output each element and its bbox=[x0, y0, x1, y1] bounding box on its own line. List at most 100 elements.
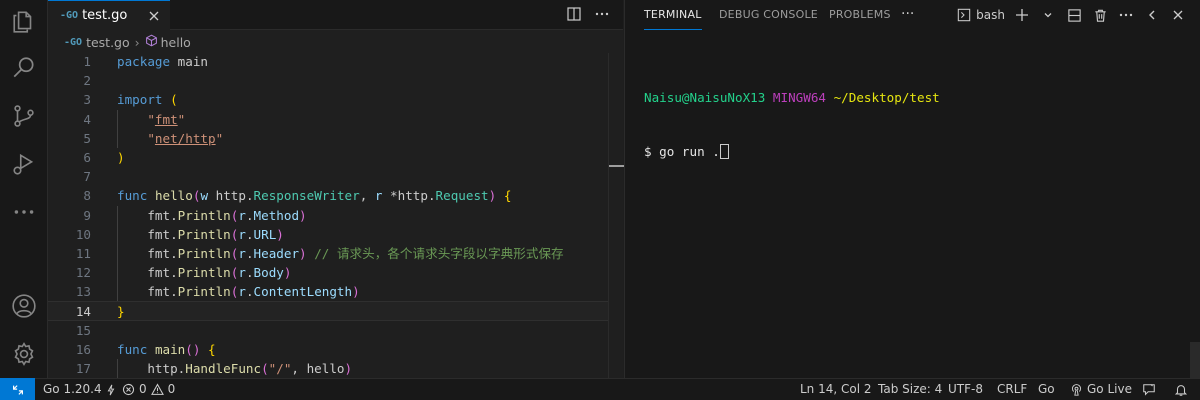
panel-tabs: TERMINAL DEBUG CONSOLE PROBLEMS ··· bash bbox=[625, 0, 1200, 30]
go-file-icon: -GO bbox=[64, 36, 83, 48]
terminal-command-line: $ go run . bbox=[644, 143, 940, 161]
code-line[interactable]: 5 "net/http" bbox=[48, 128, 608, 148]
go-version-status[interactable]: Go 1.20.4 bbox=[43, 379, 116, 400]
tab-problems[interactable]: PROBLEMS bbox=[829, 0, 891, 30]
tab-test-go[interactable]: -GO test.go bbox=[48, 0, 170, 30]
code-line[interactable]: 6) bbox=[48, 148, 608, 167]
code-line[interactable]: 14} bbox=[48, 301, 608, 321]
code-line[interactable]: 15 bbox=[48, 321, 608, 340]
line-source: ) bbox=[117, 148, 125, 167]
code-token: } bbox=[117, 304, 125, 320]
code-token: *http. bbox=[382, 188, 436, 204]
code-token: Println bbox=[177, 284, 231, 300]
notifications-bell-icon[interactable] bbox=[1174, 379, 1188, 400]
code-token: { bbox=[208, 341, 216, 357]
code-token: Println bbox=[177, 245, 231, 261]
code-line[interactable]: 3 import ( bbox=[48, 90, 608, 109]
code-token: func bbox=[117, 188, 148, 204]
code-token: () bbox=[185, 341, 201, 357]
code-line[interactable]: 7 bbox=[48, 167, 608, 186]
code-line[interactable]: 11 fmt.Println(r.Header) // 请求头，各个请求头字段以… bbox=[48, 243, 608, 264]
more-actions-icon[interactable] bbox=[593, 5, 611, 23]
chevron-down-icon[interactable] bbox=[1037, 5, 1059, 25]
line-number: 17 bbox=[75, 361, 91, 376]
close-panel-icon[interactable] bbox=[1167, 5, 1189, 25]
code-line[interactable]: 16 func main() { bbox=[48, 340, 608, 359]
chevron-left-icon[interactable] bbox=[1141, 5, 1163, 25]
code-token: func bbox=[117, 341, 148, 357]
warning-icon bbox=[150, 383, 164, 395]
code-token: package bbox=[117, 54, 171, 69]
run-debug-icon[interactable] bbox=[0, 142, 48, 186]
breadcrumb-symbol[interactable]: hello bbox=[161, 35, 191, 50]
new-terminal-plus-icon[interactable] bbox=[1011, 5, 1033, 25]
code-token: " bbox=[215, 130, 224, 146]
tab-debug-console[interactable]: DEBUG CONSOLE bbox=[719, 0, 818, 30]
line-source: package main bbox=[117, 52, 208, 71]
code-line[interactable]: 1 package main bbox=[48, 52, 608, 71]
remote-indicator[interactable] bbox=[0, 378, 35, 400]
more-views-icon[interactable] bbox=[0, 190, 48, 234]
terminal-profile-selector[interactable]: bash bbox=[957, 8, 1005, 22]
line-source: fmt.Println(r.ContentLength) bbox=[117, 282, 360, 301]
more-actions-icon[interactable] bbox=[1115, 5, 1137, 25]
close-icon[interactable] bbox=[146, 8, 162, 24]
editor-overview-ruler[interactable] bbox=[608, 53, 624, 378]
line-number: 4 bbox=[83, 111, 91, 127]
code-token: ) bbox=[344, 361, 353, 376]
function-symbol-icon bbox=[145, 34, 158, 50]
feedback-icon[interactable] bbox=[1142, 379, 1156, 400]
code-token: " bbox=[117, 130, 155, 146]
split-terminal-icon[interactable] bbox=[1063, 5, 1085, 25]
code-area[interactable]: 1 package main 2 3 import (4 "fmt" 5 "net/htt… bbox=[48, 52, 608, 379]
source-control-icon[interactable] bbox=[0, 94, 48, 138]
code-line[interactable]: 4 "fmt" bbox=[48, 109, 608, 129]
terminal-user: Naisu@NaisuNoX13 bbox=[644, 90, 766, 105]
code-token: URL bbox=[253, 226, 277, 242]
code-line[interactable]: 8 func hello(w http.ResponseWriter, r *ht… bbox=[48, 186, 608, 205]
code-token: "/" bbox=[268, 361, 292, 376]
breadcrumb-file[interactable]: test.go bbox=[86, 35, 130, 50]
code-line[interactable]: 12 fmt.Println(r.Body) bbox=[48, 263, 608, 283]
terminal-panel: TERMINAL DEBUG CONSOLE PROBLEMS ··· bash bbox=[624, 0, 1200, 378]
broadcast-icon bbox=[1071, 384, 1082, 396]
terminal-command: $ go run . bbox=[644, 144, 720, 159]
settings-gear-icon[interactable] bbox=[0, 332, 48, 376]
code-token: , bbox=[359, 188, 375, 204]
code-line[interactable]: 17 http.HandleFunc("/", hello) bbox=[48, 359, 608, 379]
line-number: 3 bbox=[83, 92, 91, 108]
tab-size-status[interactable]: Tab Size: 4 bbox=[878, 379, 942, 400]
status-bar: Go 1.20.4 0 0 Ln 14, Col 2 Tab Size: 4 U… bbox=[0, 378, 1200, 400]
remote-icon bbox=[12, 384, 23, 395]
code-token: fmt. bbox=[117, 284, 178, 300]
go-live-status[interactable]: Go Live bbox=[1070, 379, 1132, 400]
code-token: hello bbox=[154, 188, 193, 204]
encoding-status[interactable]: UTF-8 bbox=[948, 379, 983, 400]
terminal-scrollbar[interactable] bbox=[1190, 342, 1200, 378]
split-editor-icon[interactable] bbox=[565, 5, 583, 23]
tab-terminal[interactable]: TERMINAL bbox=[644, 0, 702, 30]
cursor-position-status[interactable]: Ln 14, Col 2 bbox=[800, 379, 872, 400]
trash-icon[interactable] bbox=[1089, 5, 1111, 25]
code-token: Body bbox=[253, 265, 284, 281]
terminal-output[interactable]: Naisu@NaisuNoX13 MINGW64 ~/Desktop/test … bbox=[644, 53, 940, 197]
eol-status[interactable]: CRLF bbox=[997, 379, 1027, 400]
panel-more-icon[interactable]: ··· bbox=[901, 6, 914, 22]
tab-filename: test.go bbox=[82, 8, 128, 23]
line-source: "net/http" bbox=[117, 129, 223, 148]
code-line[interactable]: 2 bbox=[48, 71, 608, 90]
terminal-path: ~/Desktop/test bbox=[833, 90, 940, 105]
code-token: ) bbox=[352, 284, 360, 300]
code-line[interactable]: 9 fmt.Println(r.Method) bbox=[48, 205, 608, 225]
code-line[interactable]: 13 fmt.Println(r.ContentLength) bbox=[48, 282, 608, 302]
code-token: . bbox=[245, 265, 254, 281]
explorer-icon[interactable] bbox=[0, 0, 48, 44]
code-line[interactable]: 10 fmt.Println(r.URL) bbox=[48, 224, 608, 244]
problems-status[interactable]: 0 0 bbox=[122, 379, 175, 400]
code-token: fmt. bbox=[117, 207, 178, 223]
search-icon[interactable] bbox=[0, 46, 48, 90]
code-token: r bbox=[238, 226, 246, 242]
language-mode-status[interactable]: Go bbox=[1038, 379, 1055, 400]
account-icon[interactable] bbox=[0, 284, 48, 328]
